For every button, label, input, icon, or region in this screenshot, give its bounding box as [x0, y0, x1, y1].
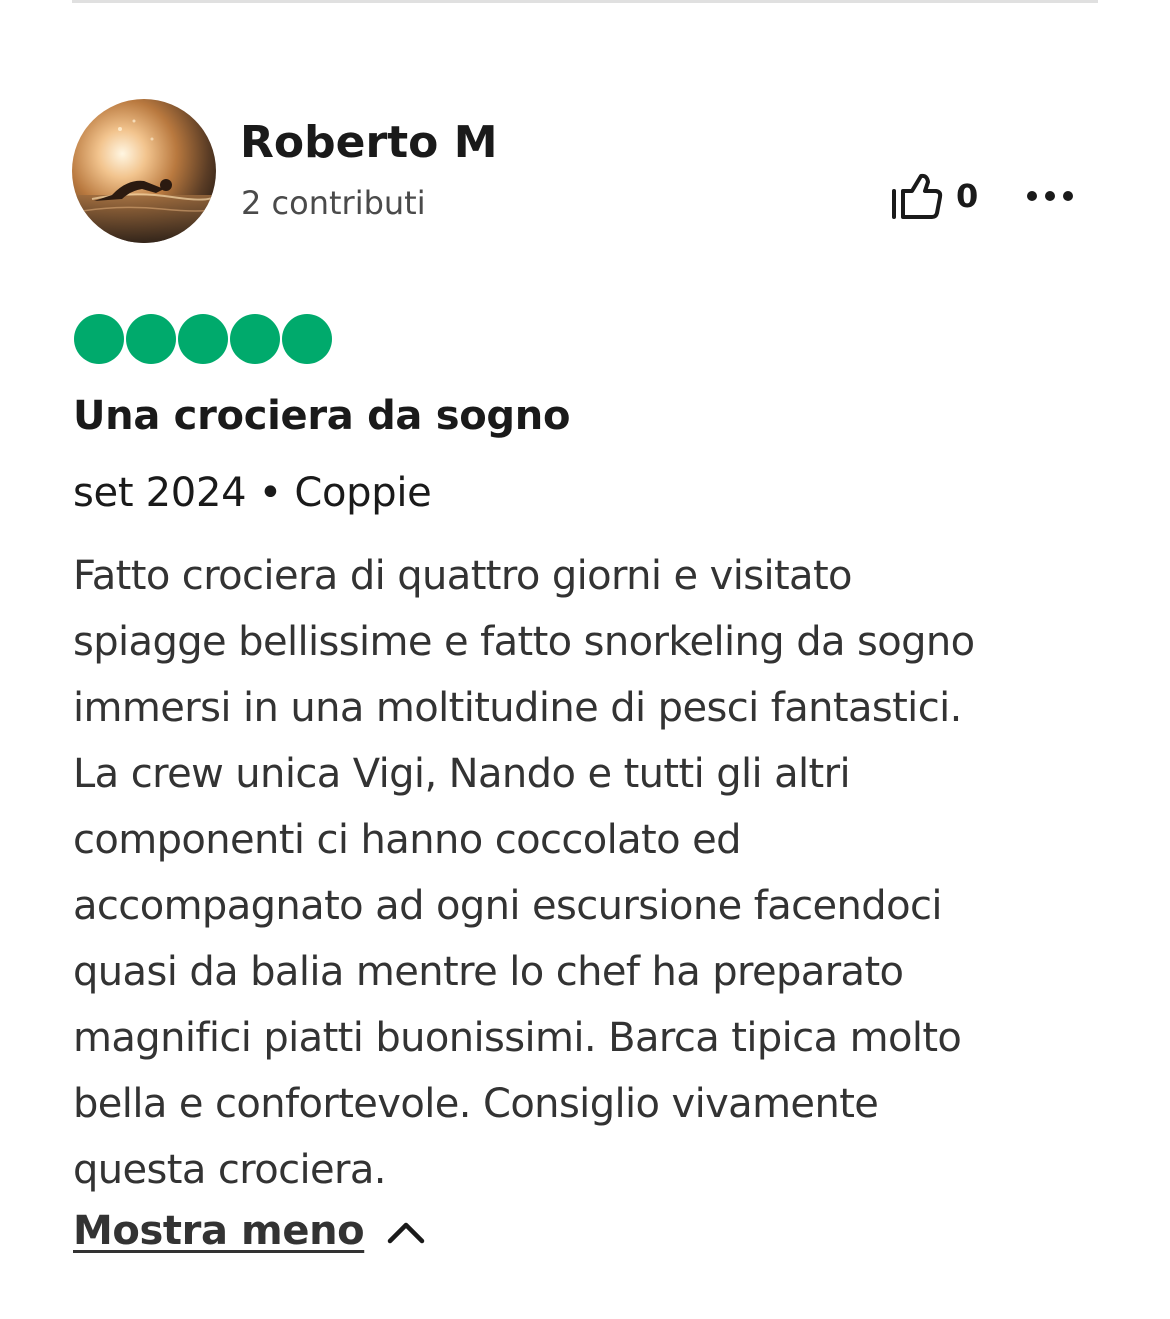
show-less-button[interactable]: Mostra meno	[73, 1205, 426, 1257]
rating-bubble	[282, 314, 332, 364]
author-contributions: 2 contributi	[241, 184, 426, 222]
review-title: Una crociera da sogno	[73, 393, 571, 439]
helpful-vote-button[interactable]: 0	[888, 170, 978, 222]
author-name[interactable]: Roberto M	[240, 117, 498, 169]
review-date-and-trip-type: set 2024 • Coppie	[73, 470, 432, 516]
show-less-label: Mostra meno	[73, 1208, 365, 1254]
bubble-rating	[74, 314, 332, 364]
thumbs-up-icon	[892, 173, 943, 219]
chevron-up-icon	[387, 1222, 425, 1244]
rating-bubble	[178, 314, 228, 364]
review-text-line: accompagnato ad ogni escursione facendoc…	[73, 883, 942, 929]
rating-bubble	[126, 314, 176, 364]
rating-bubble	[74, 314, 124, 364]
review-text-line: La crew unica Vigi, Nando e tutti gli al…	[73, 751, 851, 797]
section-divider	[72, 0, 1098, 3]
review-text-line: immersi in una moltitudine di pesci fant…	[73, 685, 962, 731]
avatar[interactable]	[72, 99, 216, 243]
review-text-line: bella e confortevole. Consiglio vivament…	[73, 1081, 879, 1127]
review-text-line: spiagge bellissime e fatto snorkeling da…	[73, 619, 975, 665]
review-text-line: questa crociera.	[73, 1147, 387, 1193]
review-text: Fatto crociera di quattro giorni e visit…	[73, 543, 1103, 1203]
review-text-line: quasi da balia mentre lo chef ha prepara…	[73, 949, 904, 995]
helpful-count: 0	[956, 177, 979, 215]
review-text-line: componenti ci hanno coccolato ed	[73, 817, 742, 863]
rating-bubble	[230, 314, 280, 364]
review-text-line: magnifici piatti buonissimi. Barca tipic…	[73, 1015, 962, 1061]
review-text-line: Fatto crociera di quattro giorni e visit…	[73, 553, 853, 599]
more-options-icon[interactable]	[1020, 176, 1080, 216]
